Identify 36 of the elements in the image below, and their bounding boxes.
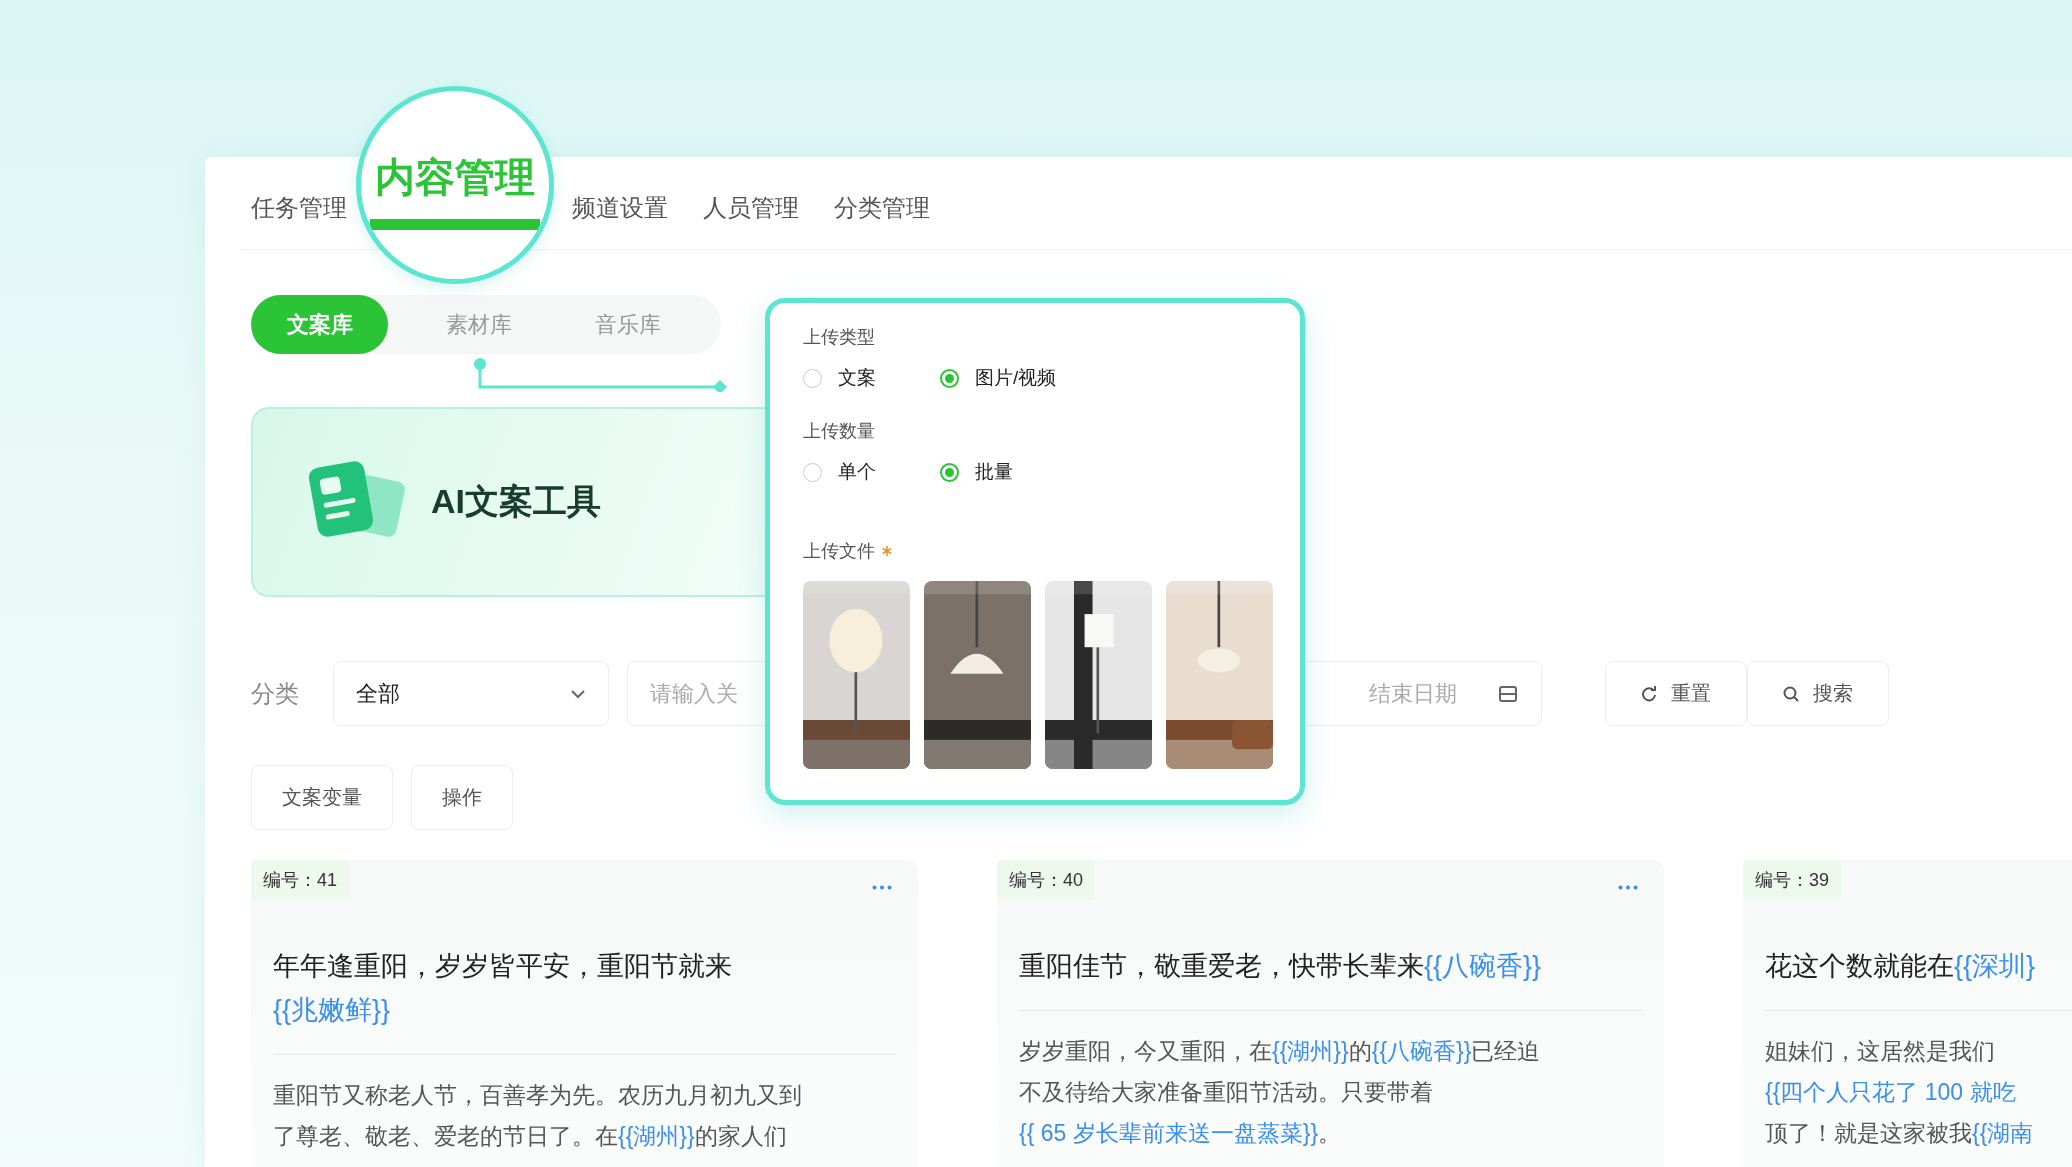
action-button[interactable]: 文案变量	[251, 765, 393, 830]
category-select[interactable]: 全部	[333, 661, 609, 726]
action-button[interactable]: 操作	[411, 765, 513, 830]
card-body: 重阳节又称老人节，百善孝为先。农历九月初九又到 了尊老、敬老、爱老的节日了。在{{湖州}}的家人们	[273, 1081, 803, 1151]
copy-card[interactable]: 编号：39 花这个数就能在{{深圳} 姐妹们，这居然是我们 {{四个人只花了 100 就吃 顶了！就是这家被我{{湖南	[1743, 860, 2072, 1167]
radio-label: 批量	[975, 460, 1013, 484]
banner-title: AI文案工具	[431, 481, 601, 522]
card-number: 编号：39	[1743, 860, 1842, 900]
card-number: 编号：41	[251, 860, 350, 900]
card-title: 花这个数就能在{{深圳}	[1765, 944, 2072, 1011]
upload-label: 上传类型	[803, 326, 876, 349]
more-icon[interactable]	[872, 884, 892, 890]
card-body: 岁岁重阳，今又重阳，在{{湖州}}的{{八碗香}}已经迫 不及待给大家准备重阳节活动。只要带着 {{ 65 岁长辈前来送一盘蒸菜}}。	[1019, 1037, 1542, 1148]
search-icon	[1783, 685, 1799, 702]
card-body: 姐妹们，这居然是我们 {{四个人只花了 100 就吃 顶了！就是这家被我{{湖南	[1765, 1037, 2035, 1148]
radio-label: 文案	[838, 366, 876, 390]
reset-button[interactable]: 重置	[1605, 661, 1747, 726]
radio-option[interactable]: 文案	[803, 365, 940, 391]
nav-tab[interactable]: 分类管理	[834, 192, 930, 224]
copy-card[interactable]: 编号：40 重阳佳节，敬重爱老，快带长辈来{{八碗香}} 岁岁重阳，今又重阳，在{{湖州}}的{{八碗香}}已经迫 不及待给大家准备重阳节活动。只要带着 {{ 65 岁长辈前来送一盘蒸菜}}。	[997, 860, 1664, 1167]
search-button[interactable]: 搜索	[1747, 661, 1889, 726]
chevron-down-icon	[570, 688, 586, 699]
nav-tab[interactable]: 任务管理	[251, 192, 347, 224]
category-label: 分类	[251, 678, 299, 709]
card-number: 编号：40	[997, 860, 1096, 900]
card-title: 重阳佳节，敬重爱老，快带长辈来{{八碗香}}	[1019, 944, 1642, 1011]
radio-option[interactable]: 图片/视频	[940, 365, 1077, 391]
nav-tab[interactable]: 人员管理	[703, 192, 799, 224]
more-icon[interactable]	[1618, 884, 1638, 890]
copy-card[interactable]: 编号：41 年年逢重阳，岁岁皆平安，重阳节就来 {{兆嫩鲜}} 重阳节又称老人节，百善孝为先。农历九月初九又到 了尊老、敬老、爱老的节日了。在{{湖州}}的家人们	[251, 860, 918, 1167]
card-title: 年年逢重阳，岁岁皆平安，重阳节就来 {{兆嫩鲜}}	[273, 944, 896, 1055]
nav-tab[interactable]: 频道设置	[572, 192, 668, 224]
radio-option[interactable]: 批量	[940, 459, 1077, 485]
calendar-icon	[1499, 685, 1517, 702]
radio-label: 图片/视频	[975, 366, 1057, 390]
refresh-icon	[1641, 685, 1657, 702]
